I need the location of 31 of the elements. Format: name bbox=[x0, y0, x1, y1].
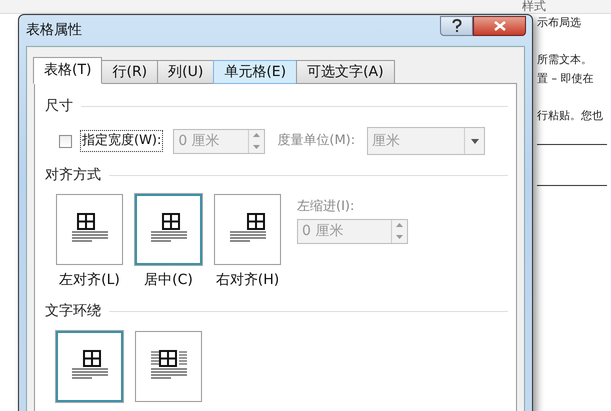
option-label: 居中(C) bbox=[144, 271, 193, 290]
section-heading: 尺寸 bbox=[45, 97, 73, 116]
option-label: 右对齐(H) bbox=[216, 271, 280, 290]
document-text: 所需文本。 bbox=[537, 52, 593, 68]
document-text: 行粘贴。您也 bbox=[537, 108, 604, 124]
close-button[interactable] bbox=[473, 16, 526, 36]
checkbox[interactable] bbox=[59, 134, 72, 148]
indent-label: 左缩进(I): bbox=[297, 198, 356, 216]
tab[interactable]: 表格(T) bbox=[33, 57, 102, 84]
help-icon bbox=[452, 18, 462, 32]
caret-icon bbox=[470, 138, 479, 144]
checkbox-label[interactable]: 指定宽度(W): bbox=[80, 130, 164, 152]
option-tile[interactable] bbox=[135, 194, 202, 265]
unit-label: 度量单位(M): bbox=[277, 132, 356, 150]
document-text: 置 – 即使在 bbox=[537, 71, 594, 87]
option-tile[interactable] bbox=[214, 194, 281, 265]
ribbon-label: 样式 bbox=[522, 0, 546, 13]
option-tile[interactable] bbox=[56, 331, 123, 402]
option-tile[interactable] bbox=[135, 331, 202, 402]
help-button[interactable] bbox=[440, 16, 473, 36]
option-label: 左对齐(L) bbox=[59, 271, 120, 290]
tab[interactable]: 列(U) bbox=[157, 60, 214, 84]
tab[interactable]: 行(R) bbox=[101, 60, 158, 84]
tab[interactable]: 可选文字(A) bbox=[296, 60, 395, 84]
window-title: 表格属性 bbox=[26, 21, 82, 40]
close-icon bbox=[494, 20, 506, 30]
option-tile[interactable] bbox=[56, 194, 123, 265]
document-text: 示布局选 bbox=[537, 15, 582, 31]
tab[interactable]: 单元格(E) bbox=[213, 60, 298, 84]
section-heading: 文字环绕 bbox=[45, 302, 101, 321]
section-heading: 对齐方式 bbox=[45, 166, 101, 185]
